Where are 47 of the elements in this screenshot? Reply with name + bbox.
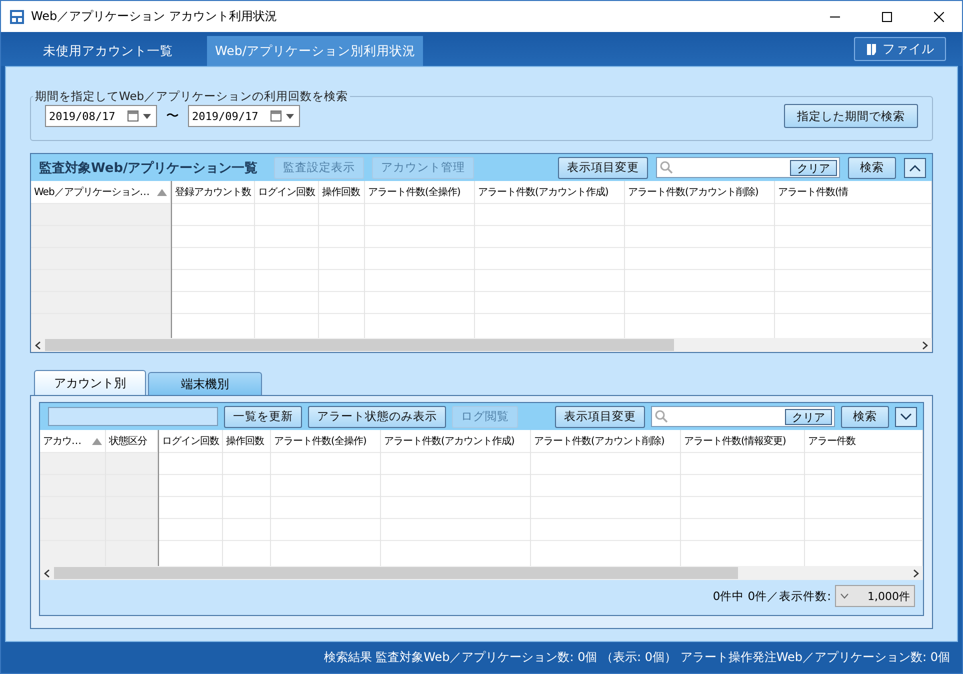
calendar-dropdown-icon[interactable] (127, 110, 153, 122)
date-field[interactable]: 2019/09/17 (188, 105, 300, 127)
status-text: 検索結果 監査対象Web／アプリケーション数: 0個 （表示: 0個） アラート操作発注Web／アプリケーション数: 0個 (324, 649, 950, 666)
collapse-button[interactable] (904, 158, 926, 178)
file-icon (866, 42, 876, 56)
result-count: 0件中 0件／表示件数: (712, 588, 831, 604)
clear-button[interactable]: クリア (790, 160, 837, 176)
period-search-button[interactable]: 指定した期間で検索 (784, 104, 918, 128)
calendar-dropdown-icon[interactable] (270, 110, 296, 122)
scroll-right-icon[interactable] (922, 340, 928, 350)
search-button[interactable]: 検索 (841, 406, 889, 428)
search-icon (660, 161, 673, 174)
panel-title: 監査対象Web/アプリケーション一覧 (39, 160, 258, 176)
search-button[interactable]: 検索 (848, 156, 896, 178)
search-field[interactable]: クリア (651, 406, 835, 427)
change-columns-button[interactable]: 表示項目変更 (558, 156, 648, 178)
date-field[interactable]: 2019/08/17 (45, 105, 157, 127)
scroll-left-icon[interactable] (35, 340, 41, 350)
clear-button[interactable]: クリア (785, 408, 832, 424)
nav-tab[interactable]: 未使用アカウント一覧 (35, 36, 181, 66)
group-legend: 期間を指定してWeb／アプリケーションの利用回数を検索 (33, 89, 350, 104)
tab[interactable]: 端末機別 (148, 372, 262, 395)
expand-button[interactable] (895, 406, 917, 426)
maximize-icon[interactable] (882, 12, 892, 22)
search-field[interactable]: クリア (656, 157, 840, 178)
page-size-dropdown[interactable]: 1,000件 (835, 585, 915, 607)
column-header[interactable]: 状態区分 (106, 430, 157, 452)
close-icon[interactable] (934, 12, 944, 22)
scroll-right-icon[interactable] (913, 568, 919, 578)
toolbar-button[interactable]: 一覧を更新 (224, 406, 302, 428)
scroll-left-icon[interactable] (44, 568, 50, 578)
column-header[interactable]: Web／アプリケーション… (31, 181, 170, 203)
toolbar-button[interactable]: アラート状態のみ表示 (308, 406, 446, 428)
column-header[interactable]: アカウ… (40, 430, 105, 452)
search-icon (655, 410, 668, 423)
app-icon (9, 8, 25, 24)
scrollbar-thumb[interactable] (54, 567, 738, 579)
dropdown-caret-icon (840, 593, 849, 599)
chevron-down-icon (900, 412, 912, 420)
chevron-up-icon (909, 164, 921, 172)
change-columns-button[interactable]: 表示項目変更 (555, 406, 645, 428)
range-separator: 〜 (166, 108, 179, 125)
file-button[interactable]: ファイル (854, 37, 946, 61)
filter-field[interactable] (48, 407, 218, 426)
tab[interactable]: アカウント別 (34, 370, 146, 395)
window-title: Web／アプリケーション アカウント利用状況 (31, 8, 278, 25)
scrollbar-thumb[interactable] (45, 339, 674, 351)
